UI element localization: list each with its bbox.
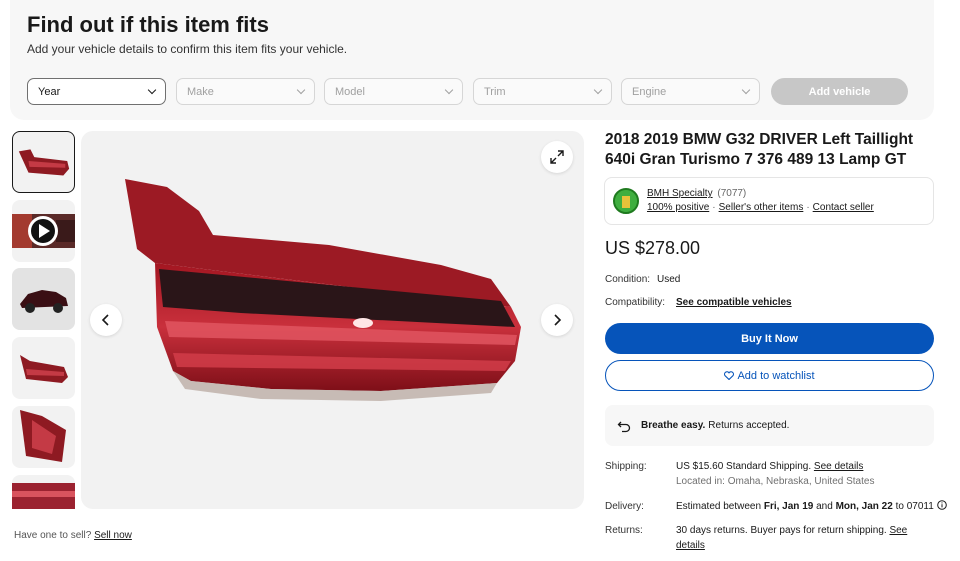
chevron-down-icon	[593, 85, 603, 95]
taillight-thumbnail-image	[18, 149, 70, 176]
seller-name-link[interactable]: BMH Specialty	[647, 188, 713, 199]
delivery-prefix: Estimated between	[676, 501, 762, 512]
expand-icon	[550, 150, 564, 164]
thumbnail-video[interactable]	[12, 200, 75, 262]
delivery-zip: to 07011	[895, 501, 934, 512]
make-select-label: Make	[187, 85, 214, 98]
chevron-down-icon	[444, 85, 454, 95]
sell-prompt: Have one to sell? Sell now	[14, 530, 132, 541]
chevron-left-icon	[101, 314, 109, 326]
seller-other-items-link[interactable]: Seller's other items	[719, 202, 804, 213]
seller-name-row: BMH Specialty (7077)	[647, 188, 746, 199]
item-location: Located in: Omaha, Nebraska, United Stat…	[676, 476, 875, 487]
thumbnail-4[interactable]	[12, 337, 75, 399]
compatibility-label: Compatibility:	[605, 297, 666, 308]
expand-button[interactable]	[541, 141, 573, 173]
delivery-end-date: Mon, Jan 22	[835, 501, 893, 512]
returns-info: 30 days returns. Buyer pays for return s…	[676, 523, 921, 553]
condition-label: Condition:	[605, 274, 651, 285]
delivery-and: and	[816, 501, 833, 512]
shipping-see-details-link[interactable]: See details	[814, 461, 863, 472]
delivery-label: Delivery:	[605, 501, 644, 512]
model-select-label: Model	[335, 85, 365, 98]
add-vehicle-button[interactable]: Add vehicle	[771, 78, 908, 105]
seller-links-row: 100% positive · Seller's other items · Conta…	[647, 202, 874, 213]
trim-select-label: Trim	[484, 85, 506, 98]
contact-seller-link[interactable]: Contact seller	[813, 202, 874, 213]
return-arrow-icon	[617, 421, 631, 432]
thumbnail-6[interactable]	[12, 475, 75, 509]
fitment-title: Find out if this item fits	[27, 12, 269, 37]
shipping-type: Standard Shipping.	[726, 461, 812, 472]
chevron-right-icon	[554, 314, 562, 326]
seller-positive-link[interactable]: 100% positive	[647, 202, 709, 213]
fitment-panel: Find out if this item fits Add your vehi…	[10, 0, 934, 120]
taillight-image	[125, 179, 521, 401]
chevron-down-icon	[147, 85, 157, 95]
seller-logo	[613, 188, 639, 214]
add-to-watchlist-button[interactable]: Add to watchlist	[605, 360, 934, 391]
listing-title: 2018 2019 BMW G32 DRIVER Left Taillight …	[605, 131, 914, 168]
seller-card: BMH Specialty (7077) 100% positive · Selle…	[604, 177, 934, 225]
shipping-info: US $15.60 Standard Shipping. See details…	[676, 459, 874, 489]
video-thumbnail-image	[12, 214, 75, 248]
taillight-thumbnail-image	[20, 355, 68, 383]
returns-banner: Breathe easy. Returns accepted.	[605, 405, 934, 446]
delivery-start-date: Fri, Jan 19	[763, 501, 814, 512]
next-image-button[interactable]	[541, 304, 573, 336]
trim-select[interactable]: Trim	[473, 78, 612, 105]
heart-icon	[724, 371, 735, 380]
taillight-thumbnail-image	[20, 410, 66, 462]
model-select[interactable]: Model	[324, 78, 463, 105]
year-select[interactable]: Year	[27, 78, 166, 105]
thumbnail-3[interactable]	[12, 268, 75, 330]
returns-banner-bold: Breathe easy.	[641, 420, 706, 431]
engine-select[interactable]: Engine	[621, 78, 760, 105]
fitment-subtitle: Add your vehicle details to confirm this…	[27, 42, 348, 56]
add-to-watchlist-label: Add to watchlist	[737, 369, 815, 382]
info-icon[interactable]	[936, 500, 947, 510]
previous-image-button[interactable]	[90, 304, 122, 336]
delivery-info: Estimated between Fri, Jan 19 and Mon, J…	[676, 499, 947, 514]
thumbnail-5[interactable]	[12, 406, 75, 468]
taillight-thumbnail-image	[12, 483, 75, 509]
returns-banner-text: Returns accepted.	[708, 420, 790, 431]
sell-now-link[interactable]: Sell now	[94, 530, 132, 541]
seller-feedback-count: (7077)	[717, 188, 747, 199]
returns-text: 30 days returns. Buyer pays for return s…	[676, 525, 887, 536]
engine-select-label: Engine	[632, 85, 667, 98]
chevron-down-icon	[296, 85, 306, 95]
see-compatible-vehicles-link[interactable]: See compatible vehicles	[676, 297, 792, 308]
shipping-label: Shipping:	[605, 461, 647, 472]
sell-prompt-text: Have one to sell?	[14, 530, 92, 541]
main-product-image	[81, 131, 584, 509]
chevron-down-icon	[741, 85, 751, 95]
shipping-price: US $15.60	[676, 461, 724, 472]
buy-it-now-button[interactable]: Buy It Now	[605, 323, 934, 354]
make-select[interactable]: Make	[176, 78, 315, 105]
car-thumbnail-image	[12, 268, 75, 330]
condition-value: Used	[657, 274, 681, 285]
price: US $278.00	[605, 238, 701, 258]
year-select-label: Year	[38, 85, 61, 98]
returns-label: Returns:	[605, 525, 643, 536]
thumbnail-1[interactable]	[12, 131, 75, 193]
